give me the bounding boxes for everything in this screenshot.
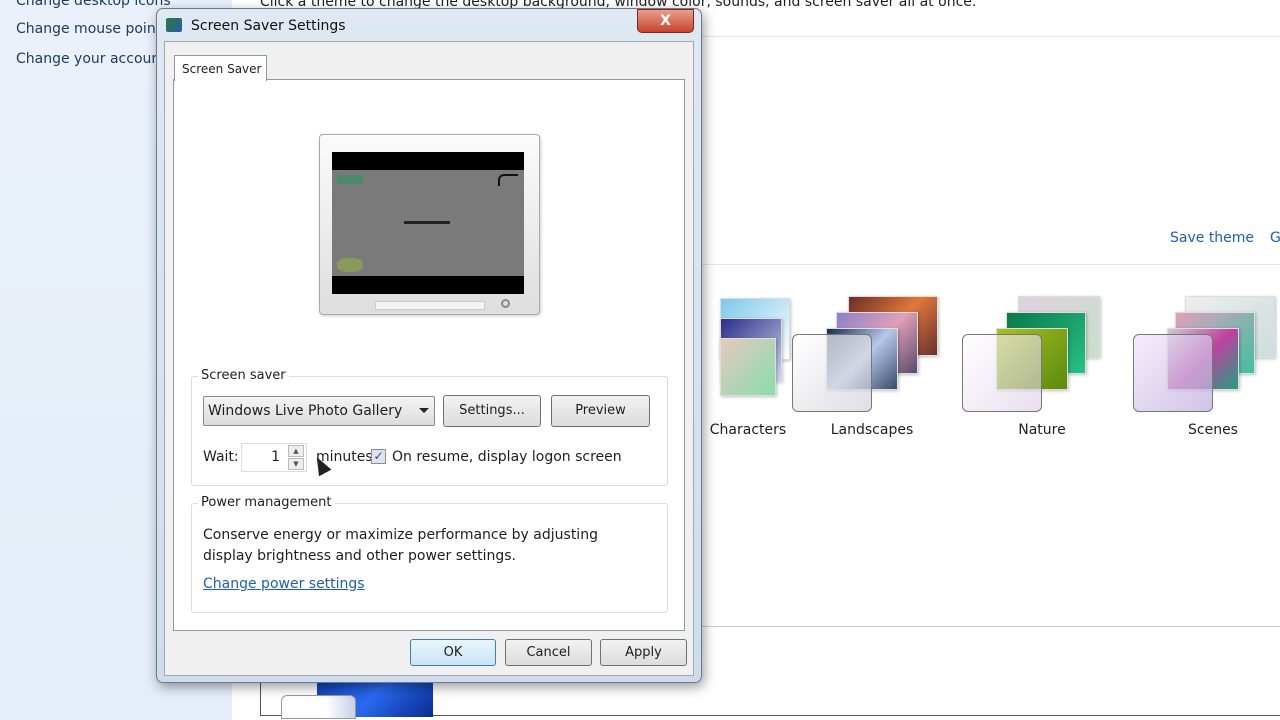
logon-screen-checkbox[interactable]: ✓ — [371, 449, 386, 464]
divider — [700, 264, 1280, 265]
tab-page: Screen saver Windows Live Photo Gallery … — [173, 79, 685, 631]
wait-minutes-stepper[interactable]: 1 ▲ ▼ — [241, 443, 307, 472]
wait-value: 1 — [271, 449, 280, 465]
theme-glass-swatch — [962, 334, 1042, 412]
theme-label: Scenes — [1188, 422, 1238, 438]
change-power-settings-link[interactable]: Change power settings — [203, 576, 365, 592]
screen-saver-select[interactable]: Windows Live Photo Gallery — [203, 396, 435, 426]
spin-up-icon[interactable]: ▲ — [288, 445, 304, 457]
preview-image — [332, 170, 524, 276]
screen-saver-group: Screen saver Windows Live Photo Gallery … — [191, 368, 668, 486]
theme-scenes[interactable]: Scenes — [1133, 290, 1280, 450]
power-description-line: display brightness and other power setti… — [203, 548, 517, 564]
dialog-title: Screen Saver Settings — [191, 18, 346, 34]
chevron-down-icon — [419, 408, 429, 413]
theme-glass-swatch — [1133, 334, 1213, 412]
power-description-line: Conserve energy or maximize performance … — [203, 527, 598, 543]
ok-button[interactable]: OK — [410, 639, 496, 666]
screen-saver-selected-value: Windows Live Photo Gallery — [208, 403, 403, 419]
screen-saver-app-icon — [166, 18, 182, 32]
close-button[interactable]: X — [637, 9, 694, 33]
wait-label: Wait: — [203, 449, 239, 465]
logon-screen-label[interactable]: On resume, display logon screen — [392, 449, 622, 465]
power-description: Conserve energy or maximize performance … — [203, 525, 598, 567]
theme-nature[interactable]: Nature — [962, 290, 1132, 450]
dialog-client-area: Screen Saver Screen saver Windows Live P… — [164, 41, 694, 676]
screen-saver-settings-dialog: Screen Saver Settings X Screen Saver Scr… — [156, 8, 702, 683]
apply-button[interactable]: Apply — [600, 639, 687, 666]
cancel-button[interactable]: Cancel — [505, 639, 592, 666]
get-more-themes-link[interactable]: G — [1270, 230, 1280, 246]
save-theme-label: Save theme — [1170, 230, 1255, 246]
theme-label: Landscapes — [830, 422, 914, 438]
theme-landscapes[interactable]: Landscapes — [792, 290, 962, 450]
settings-button[interactable]: Settings... — [443, 395, 541, 427]
preview-button[interactable]: Preview — [551, 395, 650, 427]
sidebar-item-desktop-icons[interactable]: Change desktop icons — [16, 0, 171, 9]
save-theme-link[interactable]: Save theme G — [1170, 230, 1280, 246]
divider — [700, 36, 1280, 37]
window-color-thumbnail[interactable] — [281, 695, 356, 719]
theme-glass-swatch — [792, 334, 872, 412]
power-management-label: Power management — [198, 495, 335, 510]
power-icon — [501, 299, 510, 308]
monitor-preview — [319, 134, 540, 315]
preview-screen — [332, 152, 524, 294]
theme-label: Nature — [1018, 422, 1066, 438]
tab-screen-saver[interactable]: Screen Saver — [174, 55, 267, 81]
power-management-group: Power management Conserve energy or maxi… — [191, 495, 668, 613]
spin-down-icon[interactable]: ▼ — [288, 458, 304, 470]
screen-saver-group-label: Screen saver — [198, 368, 289, 383]
